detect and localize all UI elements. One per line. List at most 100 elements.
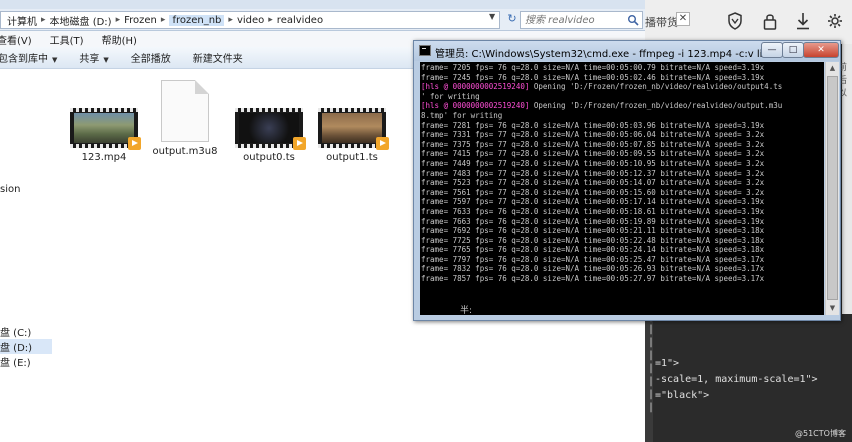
breadcrumb[interactable]: 计算机 ▸ 本地磁盘 (D:) ▸ Frozen ▸ frozen_nb ▸ v… — [0, 11, 500, 29]
navigation-pane: sion 盘 (C:) 盘 (D:) 盘 (E:) — [0, 70, 56, 442]
search-box — [520, 11, 643, 29]
indent-mark: | — [648, 363, 655, 374]
cmd-window-title: 管理员: C:\Windows\System32\cmd.exe - ffmpe… — [435, 49, 765, 60]
nav-item-partial[interactable]: sion — [0, 184, 20, 195]
console-line: frame= 7797 fps= 76 q=28.0 size=N/A time… — [421, 255, 782, 265]
console-line: frame= 7832 fps= 76 q=28.0 size=N/A time… — [421, 264, 782, 274]
console-line: frame= 7663 fps= 76 q=28.0 size=N/A time… — [421, 217, 782, 227]
download-icon[interactable] — [795, 12, 811, 30]
search-icon[interactable] — [627, 14, 639, 26]
console-lines: frame= 7205 fps= 76 q=28.0 size=N/A time… — [421, 63, 782, 284]
file-item-123-mp4[interactable]: 123.mp4 — [64, 108, 144, 163]
scrollbar-thumb[interactable] — [827, 76, 838, 300]
nav-item-drive-e[interactable]: 盘 (E:) — [0, 354, 31, 369]
play-all-button[interactable]: 全部播放 — [131, 50, 171, 65]
breadcrumb-separator[interactable]: ▸ — [228, 15, 233, 25]
console-line-text: frame= 7797 fps= 76 q=28.0 size=N/A time… — [421, 254, 765, 264]
console-line-text: frame= 7857 fps= 76 q=28.0 size=N/A time… — [421, 274, 765, 284]
console-line-text: Opening 'D:/Frozen/frozen_nb/video/realv… — [529, 82, 783, 92]
close-icon[interactable]: ✕ — [676, 12, 690, 26]
console-line-text: frame= 7561 fps= 77 q=28.0 size=N/A time… — [421, 187, 765, 197]
share-label: 共享 — [79, 54, 100, 65]
console-line-text: frame= 7449 fps= 77 q=28.0 size=N/A time… — [421, 158, 765, 168]
breadcrumb-frozen-nb[interactable]: frozen_nb — [169, 14, 225, 26]
breadcrumb-realvideo[interactable]: realvideo — [277, 15, 323, 26]
scroll-up-icon[interactable]: ▲ — [826, 62, 839, 75]
video-thumbnail — [318, 108, 389, 150]
hls-tag: [hls @ 0000000002519240] — [421, 82, 530, 92]
console-line: frame= 7561 fps= 77 q=28.0 size=N/A time… — [421, 188, 782, 198]
address-bar: 计算机 ▸ 本地磁盘 (D:) ▸ Frozen ▸ frozen_nb ▸ v… — [0, 9, 645, 31]
play-icon — [293, 137, 306, 150]
shield-icon[interactable] — [727, 12, 743, 30]
breadcrumb-separator[interactable]: ▸ — [116, 15, 121, 25]
console-line: [hls @ 0000000002519240] Opening 'D:/Fro… — [421, 101, 782, 111]
cmd-titlebar[interactable]: 管理员: C:\Windows\System32\cmd.exe - ffmpe… — [414, 41, 840, 61]
console-line-text: frame= 7375 fps= 77 q=28.0 size=N/A time… — [421, 139, 765, 149]
share-button[interactable]: 共享 ▼ — [79, 50, 108, 65]
file-item-output1-ts[interactable]: output1.ts — [312, 108, 392, 163]
console-line-text: frame= 7765 fps= 76 q=28.0 size=N/A time… — [421, 245, 765, 255]
maximize-button[interactable]: □ — [782, 42, 804, 58]
menu-view[interactable]: 查看(V) — [0, 32, 32, 47]
minimize-button[interactable]: — — [761, 42, 783, 58]
console-output[interactable]: frame= 7205 fps= 76 q=28.0 size=N/A time… — [420, 62, 824, 315]
chevron-down-icon: ▼ — [52, 56, 58, 64]
settings-icon[interactable] — [827, 12, 843, 30]
console-line: frame= 7857 fps= 76 q=28.0 size=N/A time… — [421, 274, 782, 284]
new-folder-button[interactable]: 新建文件夹 — [193, 50, 243, 65]
indent-mark: | — [648, 350, 655, 361]
console-line-text: frame= 7692 fps= 76 q=28.0 size=N/A time… — [421, 226, 765, 236]
code-line: -scale=1, maximum-scale=1"> — [655, 374, 818, 385]
console-line-text: frame= 7597 fps= 77 q=28.0 size=N/A time… — [421, 197, 765, 207]
console-line-text: frame= 7415 fps= 77 q=28.0 size=N/A time… — [421, 149, 765, 159]
console-line: frame= 7415 fps= 77 q=28.0 size=N/A time… — [421, 149, 782, 159]
console-line-text: frame= 7832 fps= 76 q=28.0 size=N/A time… — [421, 264, 765, 274]
indent-mark: | — [648, 389, 655, 400]
nav-item-drive-d[interactable]: 盘 (D:) — [0, 339, 52, 354]
menu-tools[interactable]: 工具(T) — [50, 32, 84, 47]
close-button[interactable]: ✕ — [803, 42, 839, 58]
video-thumbnail — [70, 108, 141, 150]
cmd-window: 管理员: C:\Windows\System32\cmd.exe - ffmpe… — [413, 40, 841, 321]
console-line: frame= 7483 fps= 77 q=28.0 size=N/A time… — [421, 169, 782, 179]
file-item-output-m3u8[interactable]: output.m3u8 — [145, 80, 225, 157]
breadcrumb-separator[interactable]: ▸ — [41, 15, 46, 25]
console-line-text: frame= 7281 fps= 76 q=28.0 size=N/A time… — [421, 120, 765, 130]
hls-tag: [hls @ 0000000002519240] — [421, 101, 530, 111]
video-thumbnail — [235, 108, 306, 150]
console-scrollbar[interactable]: ▲ ▼ — [825, 62, 839, 315]
browser-toolbar: 播带货 ✕ — [645, 0, 852, 44]
console-line-text: frame= 7245 fps= 76 q=28.0 size=N/A time… — [421, 72, 765, 82]
console-line-text: frame= 7205 fps= 76 q=28.0 size=N/A time… — [421, 63, 765, 72]
nav-item-drive-c[interactable]: 盘 (C:) — [0, 324, 31, 339]
include-in-library-button[interactable]: 包含到库中 ▼ — [0, 50, 57, 65]
breadcrumb-separator[interactable]: ▸ — [268, 15, 273, 25]
console-line: frame= 7205 fps= 76 q=28.0 size=N/A time… — [421, 63, 782, 73]
file-name: output1.ts — [326, 152, 378, 163]
console-line: frame= 7245 fps= 76 q=28.0 size=N/A time… — [421, 73, 782, 83]
file-item-output0-ts[interactable]: output0.ts — [229, 108, 309, 163]
console-line: frame= 7633 fps= 76 q=28.0 size=N/A time… — [421, 207, 782, 217]
chevron-down-icon: ▼ — [103, 56, 109, 64]
breadcrumb-separator[interactable]: ▸ — [161, 15, 166, 25]
lock-icon[interactable] — [762, 12, 778, 30]
menu-help[interactable]: 帮助(H) — [102, 32, 137, 47]
console-line: ' for writing — [421, 92, 782, 102]
search-input[interactable] — [525, 13, 625, 27]
console-line-text: frame= 7331 fps= 77 q=28.0 size=N/A time… — [421, 130, 765, 140]
breadcrumb-drive-d[interactable]: 本地磁盘 (D:) — [50, 13, 112, 28]
ime-indicator: 半: — [460, 306, 473, 315]
refresh-icon[interactable]: ↻ — [505, 12, 519, 26]
scroll-down-icon[interactable]: ▼ — [826, 302, 839, 315]
breadcrumb-computer[interactable]: 计算机 — [7, 13, 37, 28]
address-dropdown-icon[interactable]: ▼ — [489, 12, 495, 21]
browser-tab-title[interactable]: 播带货 — [645, 14, 678, 30]
terminal-icon[interactable] — [419, 45, 431, 56]
console-line-text: Opening 'D:/Frozen/frozen_nb/video/realv… — [529, 101, 783, 111]
explorer-titlebar — [0, 0, 645, 9]
indent-mark: | — [648, 376, 655, 387]
breadcrumb-frozen[interactable]: Frozen — [124, 15, 157, 26]
console-line: frame= 7281 fps= 76 q=28.0 size=N/A time… — [421, 121, 782, 131]
breadcrumb-video[interactable]: video — [237, 15, 264, 26]
